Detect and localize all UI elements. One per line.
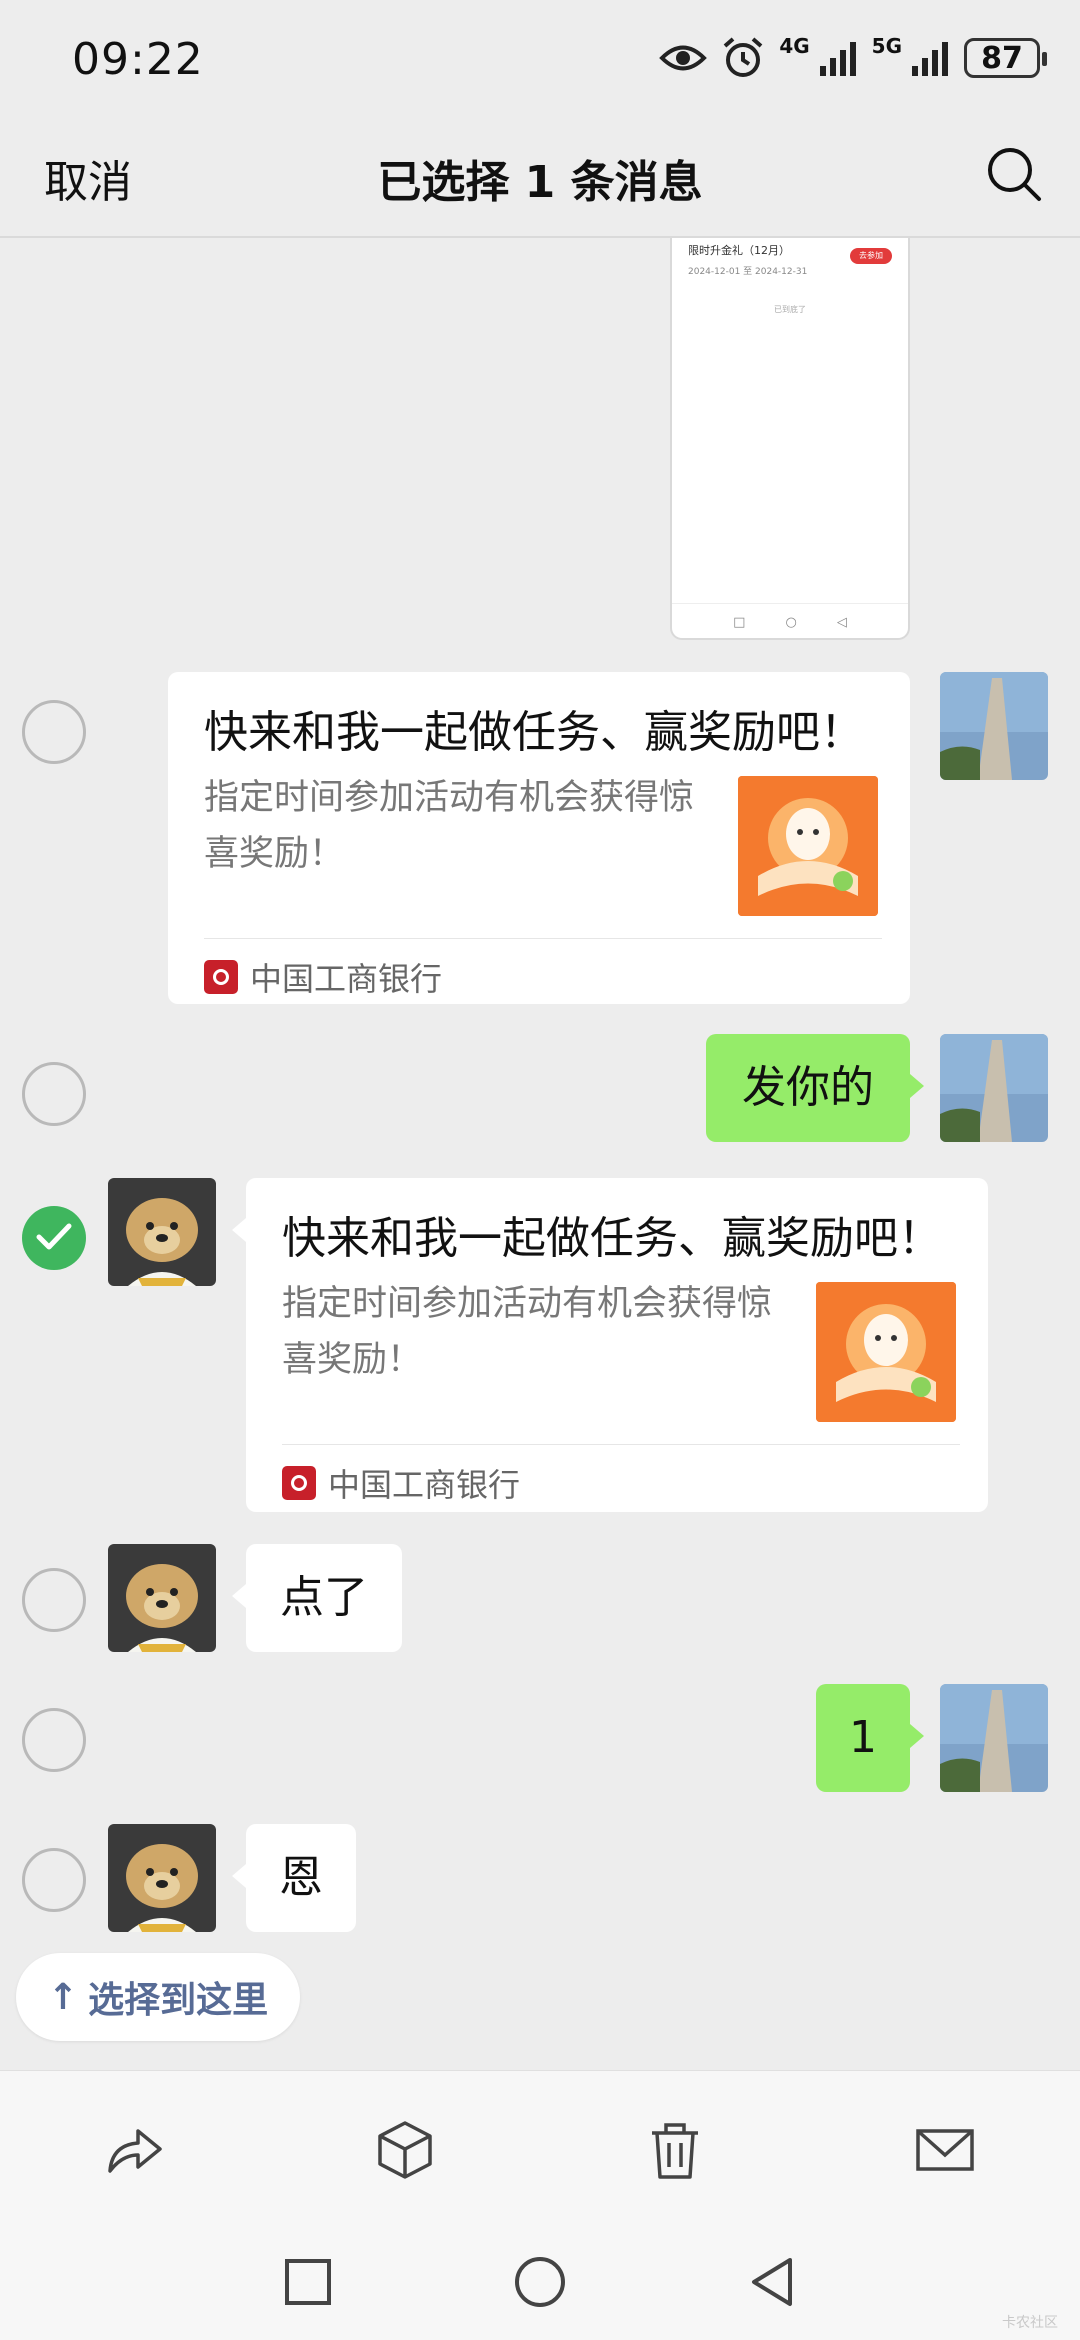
- eye-icon: [659, 45, 708, 71]
- avatar[interactable]: [940, 672, 1048, 780]
- signal-4g-icon: [819, 42, 856, 76]
- page-title: 已选择 1 条消息: [377, 157, 703, 208]
- select-to-here-button[interactable]: ↑ 选择到这里: [16, 1953, 300, 2041]
- circle-icon: ○: [785, 615, 797, 630]
- message-bubble[interactable]: 恩: [232, 1824, 356, 1932]
- card-description: 指定时间参加活动有机会获得惊喜奖励！: [204, 778, 695, 874]
- link-card[interactable]: 快来和我一起做任务、赢奖励吧！ 指定时间参加活动有机会获得惊喜奖励！ 中国工商银…: [232, 1178, 988, 1512]
- image-line-1: 限时升金礼（12月）: [688, 244, 790, 257]
- watermark: 卡农社区: [1002, 2315, 1058, 2331]
- select-radio-checked[interactable]: [22, 1206, 86, 1270]
- image-divider: [672, 603, 908, 604]
- card-title: 快来和我一起做任务、赢奖励吧！: [204, 707, 864, 758]
- avatar[interactable]: [940, 1684, 1048, 1792]
- select-radio[interactable]: [22, 1848, 86, 1912]
- forward-icon[interactable]: [102, 2117, 168, 2183]
- image-message[interactable]: 限时升金礼（12月） 2024-12-01 至 2024-12-31 去参加 已…: [670, 238, 910, 640]
- recent-apps-icon[interactable]: [278, 2252, 338, 2312]
- card-divider: [282, 1444, 960, 1445]
- status-time: 09:22: [72, 34, 204, 85]
- card-source: 中国工商银行: [204, 954, 442, 1000]
- message-bubble[interactable]: 点了: [232, 1544, 402, 1652]
- header: 取消 已选择 1 条消息: [0, 120, 1080, 238]
- mail-icon[interactable]: [912, 2117, 978, 2183]
- avatar[interactable]: [108, 1178, 216, 1286]
- card-source: 中国工商银行: [282, 1460, 520, 1506]
- image-line-2: 2024-12-01 至 2024-12-31: [688, 267, 808, 277]
- select-radio[interactable]: [22, 1568, 86, 1632]
- message-bubble[interactable]: 1: [816, 1684, 924, 1792]
- card-description: 指定时间参加活动有机会获得惊喜奖励！: [282, 1284, 773, 1380]
- image-pill: 去参加: [850, 248, 892, 264]
- status-icons: 4G 5G 87: [659, 34, 1047, 82]
- message-bubble[interactable]: 发你的: [706, 1034, 924, 1142]
- square-icon: □: [733, 615, 746, 630]
- card-thumbnail: [738, 776, 878, 916]
- alarm-icon: [723, 37, 763, 77]
- card-title: 快来和我一起做任务、赢奖励吧！: [282, 1213, 942, 1264]
- arrow-up-icon: ↑: [47, 1976, 79, 2018]
- card-thumbnail: [816, 1282, 956, 1422]
- card-source-label: 中国工商银行: [250, 960, 443, 998]
- net-5g-label: 5G: [871, 34, 902, 58]
- avatar[interactable]: [940, 1034, 1048, 1142]
- chat-area[interactable]: 限时升金礼（12月） 2024-12-01 至 2024-12-31 去参加 已…: [0, 238, 1080, 2070]
- bank-logo-icon: [204, 960, 238, 994]
- select-radio[interactable]: [22, 1062, 86, 1126]
- action-bar: [0, 2070, 1080, 2228]
- battery-icon: 87: [964, 38, 1047, 78]
- link-card[interactable]: 快来和我一起做任务、赢奖励吧！ 指定时间参加活动有机会获得惊喜奖励！ 中国工商银…: [168, 672, 910, 1004]
- check-icon: [36, 1223, 72, 1250]
- net-4g-label: 4G: [779, 34, 810, 58]
- cube-icon[interactable]: [372, 2117, 438, 2183]
- system-nav-bar: 卡农社区: [0, 2228, 1080, 2340]
- search-icon[interactable]: [984, 144, 1044, 204]
- avatar[interactable]: [108, 1824, 216, 1932]
- image-line-3: 已到底了: [774, 305, 806, 314]
- image-nav-icons: □ ○ ◁: [672, 615, 908, 630]
- card-divider: [204, 938, 882, 939]
- avatar[interactable]: [108, 1544, 216, 1652]
- home-icon[interactable]: [510, 2252, 570, 2312]
- bank-logo-icon: [282, 1466, 316, 1500]
- select-radio[interactable]: [22, 700, 86, 764]
- back-icon: ◁: [836, 615, 847, 630]
- back-icon[interactable]: [742, 2252, 802, 2312]
- card-source-label: 中国工商银行: [328, 1466, 521, 1504]
- trash-icon[interactable]: [642, 2117, 708, 2183]
- battery-level: 87: [981, 40, 1023, 76]
- select-to-here-label: 选择到这里: [88, 1980, 269, 2021]
- status-bar: 09:22 4G 5G 87: [0, 0, 1080, 120]
- signal-5g-icon: [912, 42, 948, 76]
- select-radio[interactable]: [22, 1708, 86, 1772]
